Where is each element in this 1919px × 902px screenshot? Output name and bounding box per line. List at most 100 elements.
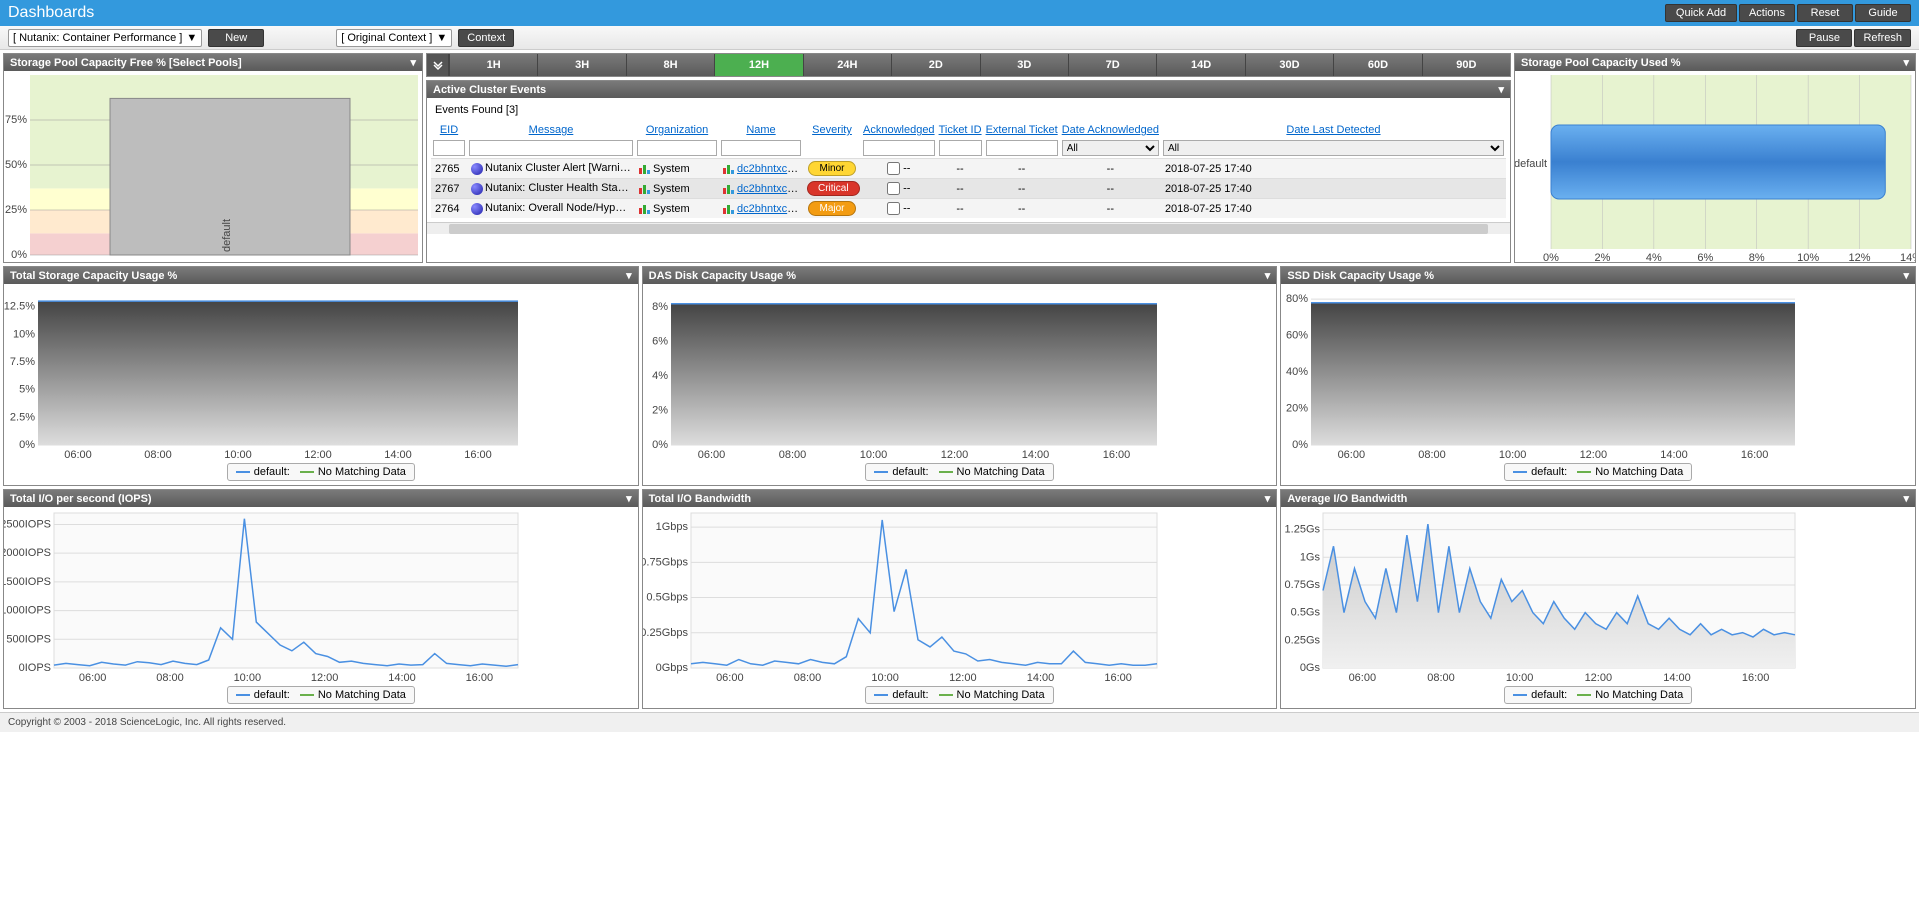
col-ext-ticket[interactable]: External Ticket	[984, 122, 1060, 138]
filter-name[interactable]	[721, 140, 801, 156]
widget-header[interactable]: Total I/O Bandwidth▾	[643, 490, 1277, 507]
widget-header[interactable]: DAS Disk Capacity Usage %▾	[643, 267, 1277, 284]
time-range-expand-icon[interactable]	[427, 54, 449, 76]
col-eid[interactable]: EID	[431, 122, 467, 138]
col-date-last[interactable]: Date Last Detected	[1161, 122, 1506, 138]
context-select[interactable]: [ Original Context ] ▼	[336, 29, 452, 47]
cell-date-last: 2018-07-25 17:40	[1161, 159, 1506, 179]
col-name[interactable]: Name	[719, 122, 803, 138]
ack-checkbox[interactable]	[887, 202, 900, 215]
cell-name: dc2bhntxclst01	[719, 179, 803, 199]
chevron-down-icon[interactable]: ▾	[410, 56, 416, 69]
svg-text:0IOPS: 0IOPS	[19, 662, 51, 674]
time-range-24H[interactable]: 24H	[803, 54, 891, 76]
svg-text:1500IOPS: 1500IOPS	[4, 576, 51, 588]
table-row[interactable]: 2764 Nutanix: Overall Node/Hypervisor Sy…	[431, 199, 1506, 219]
cell-org: System	[635, 159, 719, 179]
svg-text:10%: 10%	[1797, 252, 1819, 262]
chevron-down-icon[interactable]: ▾	[626, 492, 632, 505]
guide-button[interactable]: Guide	[1855, 4, 1911, 22]
filter-ext-ticket[interactable]	[986, 140, 1058, 156]
reset-button[interactable]: Reset	[1797, 4, 1853, 22]
bars-icon	[723, 184, 735, 194]
time-range-3D[interactable]: 3D	[980, 54, 1068, 76]
new-button[interactable]: New	[208, 29, 264, 47]
chevron-down-icon[interactable]: ▾	[626, 269, 632, 282]
toolbar: [ Nutanix: Container Performance ] ▼ New…	[0, 26, 1919, 50]
time-range-2D[interactable]: 2D	[891, 54, 979, 76]
time-range-60D[interactable]: 60D	[1333, 54, 1421, 76]
ack-checkbox[interactable]	[887, 182, 900, 195]
middle-column: 1H3H8H12H24H2D3D7D14D30D60D90D Active Cl…	[426, 53, 1511, 263]
col-severity[interactable]: Severity	[803, 122, 861, 138]
col-date-ack[interactable]: Date Acknowledged	[1060, 122, 1161, 138]
widget-iops: Total I/O per second (IOPS)▾ 0IOPS500IOP…	[3, 489, 639, 709]
device-link[interactable]: dc2bhntxclst01	[737, 163, 803, 175]
legend-swatch	[939, 694, 953, 696]
filter-message[interactable]	[469, 140, 633, 156]
time-range-90D[interactable]: 90D	[1422, 54, 1510, 76]
time-range-8H[interactable]: 8H	[626, 54, 714, 76]
widget-header[interactable]: Total Storage Capacity Usage %▾	[4, 267, 638, 284]
time-range-1H[interactable]: 1H	[449, 54, 537, 76]
refresh-button[interactable]: Refresh	[1854, 29, 1911, 47]
scrollbar-thumb[interactable]	[449, 224, 1489, 234]
chevron-down-icon[interactable]: ▾	[1903, 492, 1909, 505]
widget-das-disk: DAS Disk Capacity Usage %▾ 0%2%4%6%8%06:…	[642, 266, 1278, 486]
chevron-down-icon[interactable]: ▾	[1265, 269, 1271, 282]
svg-text:10%: 10%	[13, 328, 35, 340]
col-ack[interactable]: Acknowledged	[861, 122, 937, 138]
device-link[interactable]: dc2bhntxclst01	[737, 203, 803, 215]
legend-item: default:	[874, 466, 928, 478]
widget-header[interactable]: SSD Disk Capacity Usage %▾	[1281, 267, 1915, 284]
svg-text:0.25Gs: 0.25Gs	[1285, 634, 1321, 646]
chevron-down-icon[interactable]: ▾	[1498, 83, 1504, 96]
filter-ack[interactable]	[863, 140, 935, 156]
time-range-7D[interactable]: 7D	[1068, 54, 1156, 76]
svg-text:10:00: 10:00	[859, 449, 887, 461]
legend-item: default:	[1513, 466, 1567, 478]
cell-message: Nutanix: Cluster Health Status is:	[467, 179, 635, 199]
actions-button[interactable]: Actions	[1739, 4, 1795, 22]
device-link[interactable]: dc2bhntxclst01	[737, 183, 803, 195]
time-range-30D[interactable]: 30D	[1245, 54, 1333, 76]
table-row[interactable]: 2767 Nutanix: Cluster Health Status is: …	[431, 179, 1506, 199]
col-ticket[interactable]: Ticket ID	[937, 122, 984, 138]
chart-legend: default: No Matching Data	[227, 463, 415, 481]
widget-header[interactable]: Storage Pool Capacity Free % [Select Poo…	[4, 54, 422, 71]
widget-header[interactable]: Storage Pool Capacity Used % ▾	[1515, 54, 1915, 71]
time-range-12H[interactable]: 12H	[714, 54, 802, 76]
chevron-down-icon[interactable]: ▾	[1265, 492, 1271, 505]
pause-button[interactable]: Pause	[1796, 29, 1852, 47]
dashboard-select[interactable]: [ Nutanix: Container Performance ] ▼	[8, 29, 202, 47]
widget-header[interactable]: Active Cluster Events ▾	[427, 81, 1510, 98]
time-range-14D[interactable]: 14D	[1156, 54, 1244, 76]
col-message[interactable]: Message	[467, 122, 635, 138]
widget-header[interactable]: Total I/O per second (IOPS)▾	[4, 490, 638, 507]
widget-body: 0Gs0.25Gs0.5Gs0.75Gs1Gs1.25Gs06:0008:001…	[1281, 507, 1915, 708]
legend-swatch	[1513, 471, 1527, 473]
das-disk-chart: 0%2%4%6%8%06:0008:0010:0012:0014:0016:00	[643, 284, 1163, 461]
context-button[interactable]: Context	[458, 29, 514, 47]
filter-date-last[interactable]: All	[1163, 140, 1504, 156]
table-row[interactable]: 2765 Nutanix Cluster Alert [Warning]: Zo…	[431, 159, 1506, 179]
total-storage-chart: 0%2.5%5%7.5%10%12.5%06:0008:0010:0012:00…	[4, 284, 524, 461]
topbar: Dashboards Quick Add Actions Reset Guide	[0, 0, 1919, 26]
time-range-3H[interactable]: 3H	[537, 54, 625, 76]
horizontal-scrollbar[interactable]	[427, 222, 1510, 234]
svg-text:80%: 80%	[1286, 293, 1308, 305]
filter-ticket[interactable]	[939, 140, 982, 156]
col-org[interactable]: Organization	[635, 122, 719, 138]
chevron-down-icon[interactable]: ▾	[1903, 269, 1909, 282]
filter-org[interactable]	[637, 140, 717, 156]
pool-free-chart: 0%25%50%75%default	[4, 71, 422, 262]
ack-checkbox[interactable]	[887, 162, 900, 175]
cell-severity: Major	[803, 199, 861, 219]
cell-ticket: --	[937, 199, 984, 219]
filter-date-ack[interactable]: All	[1062, 140, 1159, 156]
widget-header[interactable]: Average I/O Bandwidth▾	[1281, 490, 1915, 507]
cell-org: System	[635, 179, 719, 199]
chevron-down-icon[interactable]: ▾	[1903, 56, 1909, 69]
filter-eid[interactable]	[433, 140, 465, 156]
quick-add-button[interactable]: Quick Add	[1665, 4, 1737, 22]
